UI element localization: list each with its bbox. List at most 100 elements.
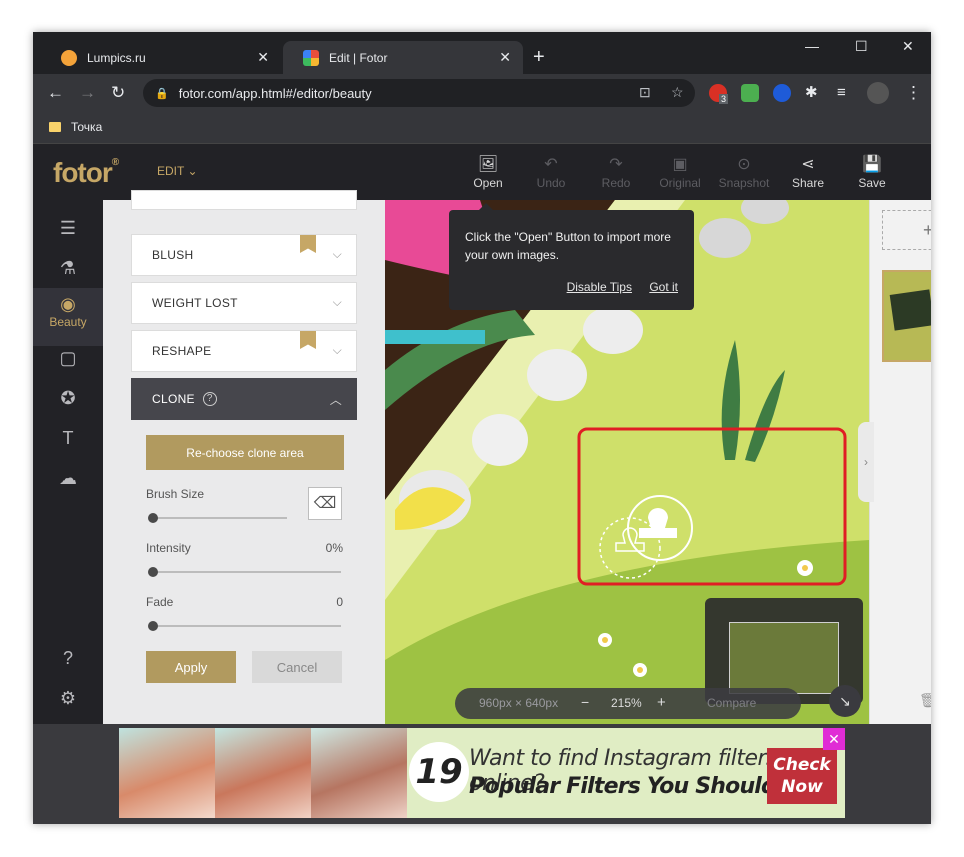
- premium-badge-icon: [300, 331, 316, 349]
- save-label: Save: [858, 176, 886, 190]
- disable-tips-link[interactable]: Disable Tips: [567, 280, 632, 294]
- fade-handle[interactable]: [148, 621, 158, 631]
- cloud-tool[interactable]: ☁: [33, 468, 103, 489]
- accordion-reshape[interactable]: RESHAPE ⌵: [131, 330, 357, 372]
- eraser-button[interactable]: ⌫: [308, 487, 342, 520]
- beauty-tool[interactable]: ◉ Beauty: [33, 288, 103, 346]
- rechoose-clone-area-button[interactable]: Re-choose clone area: [146, 435, 344, 470]
- snapshot-button[interactable]: ⊙ Snapshot: [714, 154, 774, 190]
- tray-collapse-handle[interactable]: ›: [858, 422, 874, 502]
- star-icon: ✪: [60, 388, 76, 408]
- original-button[interactable]: ▣ Original: [650, 154, 710, 190]
- save-button[interactable]: 💾 Save: [842, 154, 902, 190]
- accordion-blush[interactable]: BLUSH ⌵: [131, 234, 357, 276]
- frames-tool[interactable]: ▢: [33, 348, 103, 369]
- premium-badge-icon: [300, 235, 316, 253]
- text-tool[interactable]: T: [33, 428, 103, 449]
- accordion-weight-lost[interactable]: WEIGHT LOST ⌵: [131, 282, 357, 324]
- browser-menu-icon[interactable]: ⋮: [905, 83, 922, 103]
- undo-button[interactable]: ↶ Undo: [521, 154, 581, 190]
- profile-avatar[interactable]: [867, 82, 889, 104]
- redo-button[interactable]: ↷ Redo: [586, 154, 646, 190]
- zoom-level: 215%: [611, 696, 642, 710]
- forward-icon[interactable]: →: [79, 83, 96, 103]
- got-it-link[interactable]: Got it: [649, 280, 678, 294]
- cancel-button[interactable]: Cancel: [252, 651, 342, 683]
- beauty-panel: BLUSH ⌵ WEIGHT LOST ⌵ RESHAPE ⌵ CLONE ? …: [103, 190, 385, 724]
- close-ad-icon[interactable]: ✕: [823, 728, 845, 750]
- extension-globe-icon[interactable]: [773, 84, 791, 102]
- share-button[interactable]: ⋖ Share: [778, 154, 838, 190]
- settings-tool[interactable]: ⚙: [33, 688, 103, 709]
- help-icon[interactable]: ?: [202, 392, 217, 406]
- fotor-logo[interactable]: fotor®: [53, 157, 119, 189]
- tab-strip: Lumpics.ru ✕ Edit | Fotor ✕ + — ☐ ✕: [33, 32, 931, 74]
- minimize-icon[interactable]: —: [805, 38, 819, 54]
- text-icon: T: [62, 428, 74, 448]
- apply-button[interactable]: Apply: [146, 651, 236, 683]
- gear-icon: ⚙: [59, 688, 77, 708]
- fotor-favicon-icon: [303, 49, 319, 66]
- tab-lumpics[interactable]: Lumpics.ru ✕: [41, 41, 281, 74]
- minimap-preview[interactable]: [729, 622, 839, 694]
- help-tool[interactable]: ?: [33, 648, 103, 669]
- ad-check-now-button[interactable]: Check Now: [767, 748, 837, 804]
- new-tab-icon[interactable]: +: [533, 47, 545, 67]
- beauty-label: Beauty: [49, 315, 87, 329]
- logo-text: fotor: [53, 157, 113, 188]
- add-image-button[interactable]: +: [882, 210, 931, 250]
- open-button[interactable]: 🖼 Open: [458, 154, 518, 190]
- lumpics-favicon-icon: [61, 49, 77, 66]
- zoom-out-button[interactable]: −: [581, 694, 589, 710]
- reload-icon[interactable]: ↻: [111, 83, 125, 103]
- maximize-icon[interactable]: ☐: [855, 38, 868, 55]
- trash-icon[interactable]: 🗑: [919, 692, 931, 709]
- browser-window: Lumpics.ru ✕ Edit | Fotor ✕ + — ☐ ✕ ← → …: [33, 32, 931, 824]
- brush-size-handle[interactable]: [148, 513, 158, 523]
- media-control-icon[interactable]: ≡: [837, 83, 846, 103]
- zoom-in-button[interactable]: +: [657, 694, 666, 711]
- chevron-down-icon: ⌵: [332, 343, 342, 357]
- advertisement-banner[interactable]: 19 Want to find Instagram filters online…: [119, 728, 845, 818]
- intensity-value: 0%: [325, 541, 343, 555]
- tab-fotor[interactable]: Edit | Fotor ✕: [283, 41, 523, 74]
- effects-tool[interactable]: ⚗: [33, 258, 103, 279]
- accordion-clone[interactable]: CLONE ? ︿: [131, 378, 357, 420]
- extensions-puzzle-icon[interactable]: ✱: [805, 83, 818, 103]
- tool-rail: ☰ ⚗ ◉ Beauty ▢ ✪ T ☁ ? ⚙: [33, 200, 103, 724]
- compare-button[interactable]: Compare: [707, 696, 756, 710]
- eye-icon: ◉: [60, 294, 76, 314]
- adjust-tool[interactable]: ☰: [33, 218, 103, 239]
- fade-slider[interactable]: [153, 625, 341, 627]
- extension-music-icon[interactable]: [741, 84, 759, 102]
- close-tab-icon[interactable]: ✕: [499, 49, 511, 66]
- accordion-item-previous[interactable]: [131, 190, 357, 210]
- thumbnail-content: [889, 289, 931, 331]
- ad-photo: [215, 728, 311, 818]
- redo-label: Redo: [601, 176, 631, 190]
- cloud-upload-icon: ☁: [59, 468, 77, 488]
- frame-icon: ▢: [59, 348, 77, 368]
- fade-label: Fade: [146, 595, 174, 609]
- minimap-toggle-button[interactable]: ↘: [829, 685, 861, 717]
- image-thumbnail[interactable]: [882, 270, 931, 362]
- address-bar[interactable]: 🔒 fotor.com/app.html#/editor/beauty ⊡ ☆: [143, 79, 695, 107]
- undo-icon: ↶: [544, 156, 558, 173]
- bookmark-tochka[interactable]: Точка: [49, 120, 102, 134]
- ad-photo: [119, 728, 215, 818]
- back-icon[interactable]: ←: [47, 83, 64, 103]
- open-label: Open: [473, 176, 503, 190]
- close-window-icon[interactable]: ✕: [902, 38, 914, 55]
- image-tray: +: [869, 200, 931, 724]
- save-icon: 💾: [862, 156, 882, 173]
- intensity-handle[interactable]: [148, 567, 158, 577]
- tab-title: Edit | Fotor: [329, 50, 388, 65]
- bookmark-star-icon[interactable]: ☆: [671, 84, 684, 101]
- brush-size-slider[interactable]: [153, 517, 287, 519]
- lock-icon[interactable]: 🔒: [155, 87, 169, 100]
- translate-icon[interactable]: ⊡: [639, 84, 651, 101]
- stickers-tool[interactable]: ✪: [33, 388, 103, 409]
- close-tab-icon[interactable]: ✕: [257, 49, 269, 66]
- edit-menu[interactable]: EDIT ⌄: [157, 164, 198, 178]
- intensity-slider[interactable]: [153, 571, 341, 573]
